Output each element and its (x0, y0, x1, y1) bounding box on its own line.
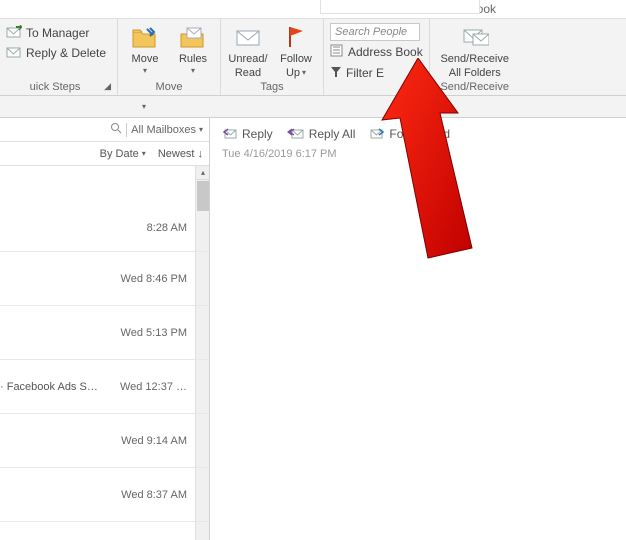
reply-icon (222, 126, 238, 142)
reply-button[interactable]: Reply (222, 126, 273, 142)
list-item[interactable]: Wed 5:13 PM (0, 306, 209, 360)
unread-read-label-2: Read (235, 67, 261, 79)
all-mailboxes-dropdown[interactable]: All Mailboxes ▾ (131, 124, 203, 136)
follow-up-button[interactable]: Follow Up ▾ (275, 23, 317, 79)
quickstep-reply-delete-label: Reply & Delete (26, 46, 106, 60)
ribbon-group-find: Search People Address Book Filter E Fin (324, 19, 430, 95)
chevron-down-icon[interactable]: ▾ (142, 102, 146, 111)
sort-newest[interactable]: Newest ↓ (158, 148, 203, 160)
envelope-icon (234, 23, 262, 51)
list-item[interactable]: Wed 8:46 PM (0, 252, 209, 306)
content-area: All Mailboxes ▾ By Date ▾ Newest ↓ ▴ 8:2… (0, 118, 626, 540)
reply-delete-icon (6, 45, 22, 62)
reading-pane: Reply Reply All For d Tue 4/16/2019 6:17… (210, 118, 626, 540)
move-button[interactable]: Move ▾ (124, 23, 166, 76)
chevron-down-icon: ▾ (302, 69, 306, 78)
follow-up-label-2: Up (286, 67, 300, 79)
group-label-find: Fin (330, 83, 423, 97)
message-action-bar: Reply Reply All For d (222, 124, 626, 144)
move-folder-icon (131, 23, 159, 51)
quickstep-to-manager-label: To Manager (26, 26, 89, 40)
send-receive-all-button[interactable]: Send/Receive All Folders (436, 23, 514, 79)
quickstep-to-manager[interactable]: To Manager (6, 23, 89, 43)
chevron-down-icon: ▾ (143, 67, 147, 76)
forward-button[interactable]: For d (369, 126, 450, 142)
ribbon-group-send-receive: Send/Receive All Folders Send/Receive (430, 19, 520, 95)
item-time: Wed 12:37 … (120, 381, 187, 393)
forward-label-part1: For (389, 127, 407, 141)
search-people-placeholder: Search People (335, 26, 407, 38)
group-label-send-receive: Send/Receive (436, 81, 514, 95)
list-item[interactable]: Wed 9:14 AM (0, 414, 209, 468)
all-mailboxes-label: All Mailboxes (131, 124, 196, 136)
list-item[interactable]: Wed 8:37 AM (0, 468, 209, 522)
unread-read-button[interactable]: Unread/ Read (227, 23, 269, 79)
sort-by-date[interactable]: By Date ▾ (100, 148, 146, 160)
follow-up-label-1: Follow (280, 53, 312, 65)
mailbox-search-row: All Mailboxes ▾ (0, 118, 209, 142)
message-list-pane: All Mailboxes ▾ By Date ▾ Newest ↓ ▴ 8:2… (0, 118, 210, 540)
ribbon: To Manager Reply & Delete uick Steps ◢ M… (0, 18, 626, 96)
forward-icon (369, 126, 385, 142)
chevron-down-icon: ▾ (199, 125, 203, 134)
title-left-placeholder (320, 0, 480, 14)
item-time: Wed 8:46 PM (0, 273, 187, 285)
send-receive-icon (461, 23, 489, 51)
window-title-bar: - Outlook (0, 0, 626, 18)
sort-arrow-down-icon: ↓ (198, 148, 204, 160)
rules-icon (179, 23, 207, 51)
search-icon[interactable] (110, 122, 122, 137)
group-label-move: Move (124, 81, 214, 95)
item-time: Wed 9:14 AM (0, 435, 187, 447)
manager-icon (6, 25, 22, 42)
sort-row: By Date ▾ Newest ↓ (0, 142, 209, 166)
search-people-input[interactable]: Search People (330, 23, 420, 41)
list-item[interactable]: 8:28 AM (0, 166, 209, 252)
group-label-tags: Tags (227, 81, 317, 95)
flag-icon (282, 23, 310, 51)
unread-read-label-1: Unread/ (228, 53, 267, 65)
filter-email-button[interactable]: Filter E (330, 63, 384, 83)
quickstep-reply-delete[interactable]: Reply & Delete (6, 43, 106, 63)
item-time: 8:28 AM (0, 222, 187, 234)
address-book-icon (330, 44, 344, 60)
move-button-label: Move (132, 53, 159, 65)
forward-label-part2: d (443, 127, 450, 141)
secondary-tab-row: ▾ (0, 96, 626, 118)
rules-button[interactable]: Rules ▾ (172, 23, 214, 76)
reply-label: Reply (242, 127, 273, 141)
send-receive-label-2: All Folders (449, 67, 501, 79)
group-label-quick-steps: uick Steps ◢ (6, 81, 111, 95)
filter-email-label: Filter E (346, 66, 384, 80)
chevron-down-icon: ▾ (191, 67, 195, 76)
funnel-icon (330, 66, 342, 81)
item-time: Wed 8:37 AM (0, 489, 187, 501)
chevron-down-icon: ▾ (142, 149, 146, 158)
list-item[interactable]: · Facebook Ads S… Wed 12:37 … (0, 360, 209, 414)
sort-by-date-label: By Date (100, 148, 139, 160)
send-receive-label-1: Send/Receive (440, 53, 509, 65)
ribbon-group-move: Move ▾ Rules ▾ Move (118, 19, 221, 95)
reply-all-button[interactable]: Reply All (287, 126, 356, 142)
message-date: Tue 4/16/2019 6:17 PM (222, 148, 626, 160)
address-book-button[interactable]: Address Book (330, 42, 423, 62)
item-from: · Facebook Ads S… (0, 381, 114, 393)
mailbox-search-input[interactable] (4, 121, 102, 139)
sort-newest-label: Newest (158, 148, 195, 160)
address-book-label: Address Book (348, 45, 423, 59)
reply-all-label: Reply All (309, 127, 356, 141)
dialog-launcher-icon[interactable]: ◢ (104, 81, 111, 92)
reply-all-icon (287, 126, 305, 142)
item-time: Wed 5:13 PM (0, 327, 187, 339)
ribbon-group-tags: Unread/ Read Follow Up ▾ Tags (221, 19, 324, 95)
rules-button-label: Rules (179, 53, 207, 65)
ribbon-group-quick-steps: To Manager Reply & Delete uick Steps ◢ (0, 19, 118, 95)
message-list: ▴ 8:28 AM Wed 8:46 PM Wed 5:13 PM · Face… (0, 166, 209, 540)
